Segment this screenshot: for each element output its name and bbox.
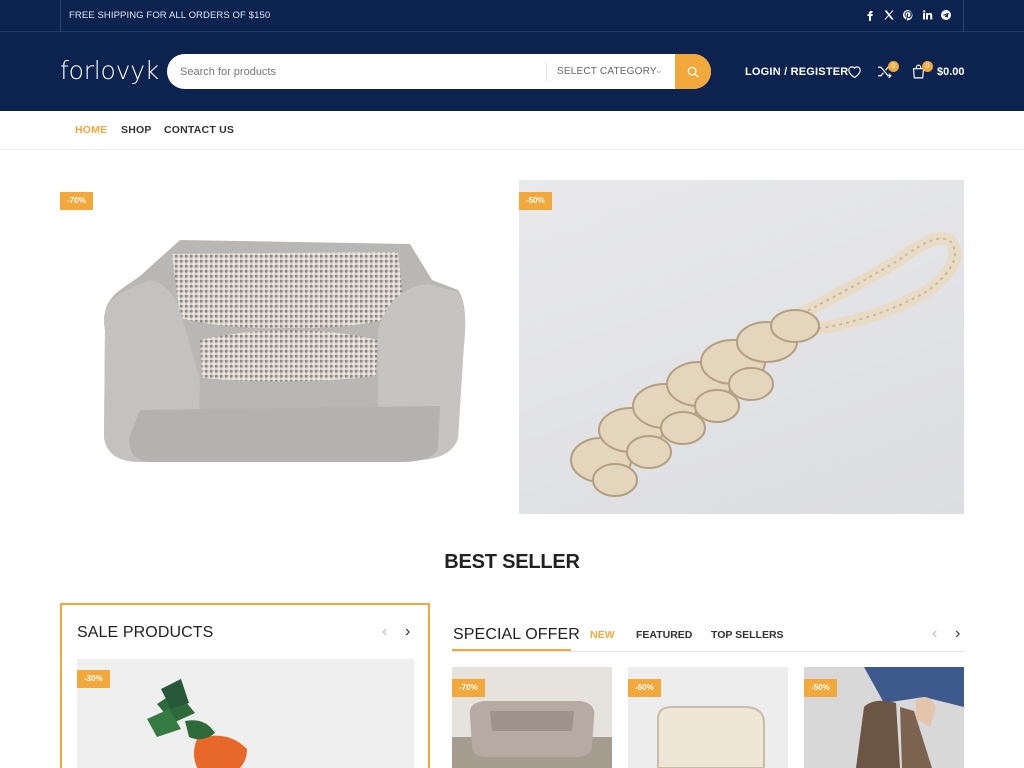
product-card[interactable]: -50% [804,667,964,768]
nav-item-home[interactable]: HOME [75,124,107,136]
nav-item-shop[interactable]: SHOP [121,124,152,136]
search-bar: SELECT CATEGORY ⌄ [167,54,711,89]
rope-toy-image [570,232,962,497]
discount-badge: -30% [77,670,110,688]
x-icon[interactable] [882,8,895,22]
hero-banner-pet-bed[interactable]: -70% [60,180,494,514]
cart-total[interactable]: $0.00 [937,66,965,78]
divider [546,62,547,81]
main-header: forlovyk SELECT CATEGORY ⌄ LOGIN / REGIS… [0,32,1024,111]
carrot-toy-image [147,679,247,768]
chevron-down-icon[interactable]: ⌄ [655,65,663,76]
discount-badge: -50% [519,192,552,210]
chevron-left-icon[interactable]: ‹ [932,625,937,643]
promo-text: FREE SHIPPING FOR ALL ORDERS OF $150 [69,10,271,21]
discount-badge: -50% [804,679,837,697]
search-icon [687,66,699,78]
pinterest-icon[interactable] [901,8,914,22]
tab-new[interactable]: NEW [590,629,615,641]
divider [963,0,964,32]
nav-item-contact-us[interactable]: CONTACT US [164,124,234,136]
special-offer-tabs: SPECIAL OFFER NEW FEATURED TOP SELLERS ‹… [452,618,964,652]
pet-bed-image [104,240,466,462]
wishlist-heart-icon[interactable] [846,63,864,81]
cart-count-badge: 0 [922,61,933,72]
category-select[interactable]: SELECT CATEGORY [557,66,657,77]
hero-banner-rope-toy[interactable]: -50% [519,180,964,514]
divider [60,0,61,32]
best-seller-heading: BEST SELLER [444,551,580,573]
tab-top-sellers[interactable]: TOP SELLERS [711,629,784,641]
product-card[interactable]: -70% [452,667,612,768]
special-offer-title: SPECIAL OFFER [453,626,580,643]
top-bar: FREE SHIPPING FOR ALL ORDERS OF $150 [0,0,1024,32]
facebook-icon[interactable] [863,8,876,22]
discount-badge: -70% [452,679,485,697]
chevron-right-icon[interactable]: › [955,625,960,643]
linkedin-icon[interactable] [920,8,933,22]
sale-products-widget: SALE PRODUCTS ‹ › -30% [60,603,430,768]
sale-products-title: SALE PRODUCTS [77,624,214,641]
chevron-left-icon[interactable]: ‹ [382,623,387,641]
tab-featured[interactable]: FEATURED [636,629,692,641]
discount-badge: -70% [60,192,93,210]
sale-product-card[interactable] [77,659,414,768]
telegram-icon[interactable] [939,8,952,22]
search-button[interactable] [675,54,711,89]
active-underline [452,649,571,651]
compare-count-badge: 0 [888,61,899,72]
main-nav: HOME SHOP CONTACT US [0,111,1024,150]
social-links [863,8,952,22]
search-input[interactable] [167,54,545,89]
product-card[interactable]: -60% [628,667,788,768]
login-register-link[interactable]: LOGIN / REGISTER [745,66,848,78]
site-logo[interactable]: forlovyk [60,56,159,85]
discount-badge: -60% [628,679,661,697]
chevron-right-icon[interactable]: › [405,623,410,641]
